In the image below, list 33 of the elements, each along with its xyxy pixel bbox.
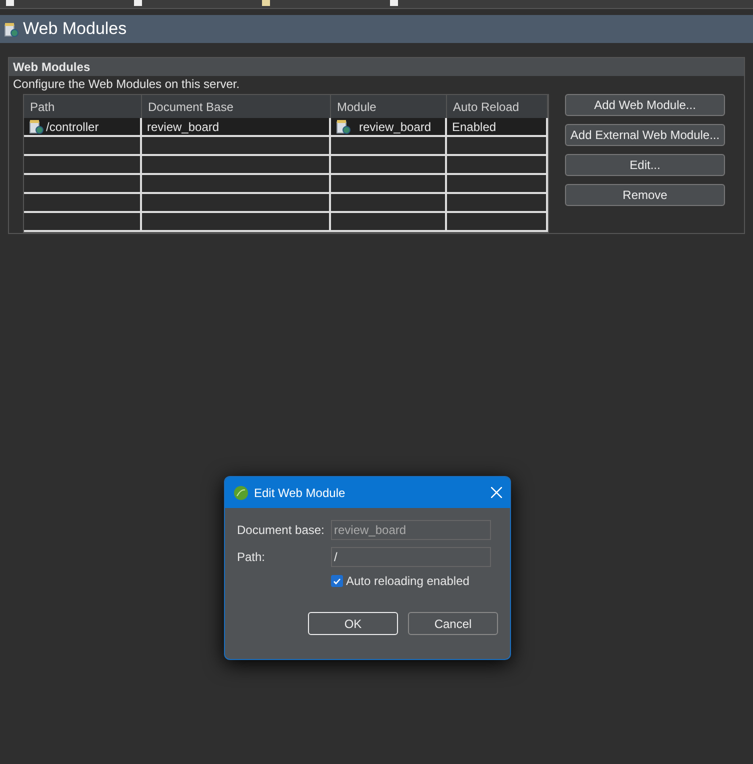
section-description: Configure the Web Modules on this server. bbox=[12, 76, 241, 92]
dialog-button[interactable]: Cancel bbox=[408, 612, 498, 635]
dialog-button[interactable]: OK bbox=[308, 612, 398, 635]
column-header[interactable]: Document Base bbox=[142, 95, 331, 118]
file-icon[interactable] bbox=[134, 0, 142, 6]
leaf-icon bbox=[233, 484, 249, 500]
column-header[interactable]: Path bbox=[24, 95, 142, 118]
action-button[interactable]: Add External Web Module... bbox=[565, 124, 725, 146]
field-label: Document base: bbox=[237, 523, 326, 537]
action-button[interactable]: Remove bbox=[565, 184, 725, 206]
table-row[interactable]: /controller review_board review_board Enabled bbox=[24, 118, 548, 137]
web-module-icon bbox=[4, 22, 19, 36]
action-button[interactable]: Add Web Module... bbox=[565, 94, 725, 116]
input-field[interactable]: / bbox=[331, 547, 491, 567]
table-cell: /controller bbox=[46, 120, 99, 134]
module-icon bbox=[29, 119, 44, 134]
table-cell: review_board bbox=[147, 120, 220, 134]
column-header[interactable]: Auto Reload bbox=[447, 95, 548, 118]
checkbox[interactable] bbox=[331, 575, 343, 587]
module-icon bbox=[336, 119, 351, 134]
section-title: Web Modules bbox=[9, 58, 744, 76]
file-icon[interactable] bbox=[262, 0, 270, 6]
table-cell: Enabled bbox=[452, 120, 496, 134]
action-button[interactable]: Edit... bbox=[565, 154, 725, 176]
checkbox-label[interactable]: Auto reloading enabled bbox=[346, 574, 470, 588]
editor-title: Web Modules bbox=[23, 19, 127, 39]
field-label: Path: bbox=[237, 550, 266, 564]
table-cell: review_board bbox=[359, 120, 432, 134]
file-icon[interactable] bbox=[390, 0, 398, 6]
close-icon[interactable] bbox=[491, 487, 502, 498]
column-header[interactable]: Module bbox=[331, 95, 447, 118]
file-icon[interactable] bbox=[6, 0, 14, 6]
dialog-title: Edit Web Module bbox=[254, 486, 346, 500]
